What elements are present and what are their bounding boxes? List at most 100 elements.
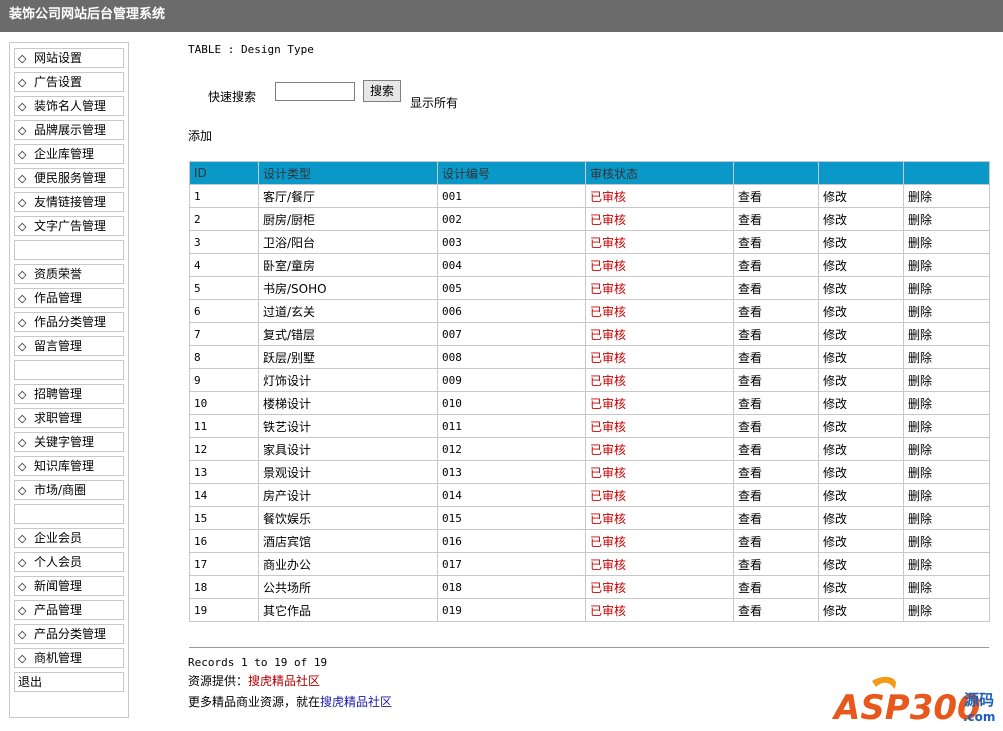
edit-link[interactable]: 修改 (818, 483, 904, 507)
edit-link[interactable]: 修改 (818, 460, 904, 484)
delete-link[interactable]: 删除 (903, 207, 990, 231)
edit-link[interactable]: 修改 (818, 230, 904, 254)
show-all-link[interactable]: 显示所有 (410, 94, 458, 111)
sidebar-item[interactable]: ◇ 知识库管理 (14, 456, 124, 476)
view-link[interactable]: 查看 (733, 391, 819, 415)
edit-link[interactable]: 修改 (818, 253, 904, 277)
delete-link[interactable]: 删除 (903, 506, 990, 530)
cell-design-code: 009 (437, 368, 586, 392)
view-link[interactable]: 查看 (733, 299, 819, 323)
more-link[interactable]: 搜虎精品社区 (320, 695, 392, 709)
delete-link[interactable]: 删除 (903, 345, 990, 369)
sidebar-item[interactable]: ◇ 新闻管理 (14, 576, 124, 596)
view-link[interactable]: 查看 (733, 506, 819, 530)
view-link[interactable]: 查看 (733, 230, 819, 254)
sidebar-item[interactable]: ◇ 便民服务管理 (14, 168, 124, 188)
sidebar-item[interactable]: ◇ 求职管理 (14, 408, 124, 428)
sidebar-item[interactable]: ◇ 作品分类管理 (14, 312, 124, 332)
diamond-icon: ◇ (18, 268, 27, 281)
view-link[interactable]: 查看 (733, 460, 819, 484)
resource-link[interactable]: 搜虎精品社区 (248, 674, 320, 688)
sidebar-item[interactable]: ◇ 关键字管理 (14, 432, 124, 452)
sidebar-item[interactable]: ◇ 产品管理 (14, 600, 124, 620)
edit-link[interactable]: 修改 (818, 391, 904, 415)
view-link[interactable]: 查看 (733, 207, 819, 231)
view-link[interactable]: 查看 (733, 368, 819, 392)
diamond-icon: ◇ (18, 652, 27, 665)
cell-design-code: 013 (437, 460, 586, 484)
view-link[interactable]: 查看 (733, 552, 819, 576)
edit-link[interactable]: 修改 (818, 368, 904, 392)
cell-status: 已审核 (585, 598, 734, 622)
view-link[interactable]: 查看 (733, 575, 819, 599)
edit-link[interactable]: 修改 (818, 322, 904, 346)
view-link[interactable]: 查看 (733, 253, 819, 277)
edit-link[interactable]: 修改 (818, 345, 904, 369)
delete-link[interactable]: 删除 (903, 575, 990, 599)
sidebar-item[interactable]: ◇ 广告设置 (14, 72, 124, 92)
edit-link[interactable]: 修改 (818, 506, 904, 530)
sidebar-item[interactable]: ◇ 网站设置 (14, 48, 124, 68)
delete-link[interactable]: 删除 (903, 391, 990, 415)
view-link[interactable]: 查看 (733, 345, 819, 369)
logout-button[interactable]: 退出 (14, 672, 124, 692)
edit-link[interactable]: 修改 (818, 529, 904, 553)
cell-design-code: 008 (437, 345, 586, 369)
search-input[interactable] (275, 82, 355, 101)
delete-link[interactable]: 删除 (903, 483, 990, 507)
view-link[interactable]: 查看 (733, 414, 819, 438)
sidebar-item[interactable]: ◇ 产品分类管理 (14, 624, 124, 644)
sidebar-item[interactable]: ◇ 留言管理 (14, 336, 124, 356)
diamond-icon: ◇ (18, 76, 27, 89)
table-row: 7 复式/错层 007 已审核 查看 修改 删除 (189, 322, 990, 346)
delete-link[interactable]: 删除 (903, 368, 990, 392)
edit-link[interactable]: 修改 (818, 575, 904, 599)
delete-link[interactable]: 删除 (903, 253, 990, 277)
delete-link[interactable]: 删除 (903, 322, 990, 346)
view-link[interactable]: 查看 (733, 598, 819, 622)
diamond-icon: ◇ (18, 172, 27, 185)
add-link[interactable]: 添加 (188, 127, 212, 144)
sidebar-item[interactable]: ◇ 商机管理 (14, 648, 124, 668)
delete-link[interactable]: 删除 (903, 276, 990, 300)
sidebar-item-label: 个人会员 (34, 555, 83, 569)
edit-link[interactable]: 修改 (818, 207, 904, 231)
sidebar-item[interactable]: ◇ 资质荣誉 (14, 264, 124, 284)
sidebar-item[interactable]: ◇ 作品管理 (14, 288, 124, 308)
edit-link[interactable]: 修改 (818, 552, 904, 576)
sidebar-item[interactable]: ◇ 企业库管理 (14, 144, 124, 164)
view-link[interactable]: 查看 (733, 437, 819, 461)
sidebar-item[interactable]: ◇ 招聘管理 (14, 384, 124, 404)
search-button[interactable]: 搜索 (363, 80, 401, 102)
delete-link[interactable]: 删除 (903, 529, 990, 553)
edit-link[interactable]: 修改 (818, 414, 904, 438)
delete-link[interactable]: 删除 (903, 414, 990, 438)
edit-link[interactable]: 修改 (818, 299, 904, 323)
view-link[interactable]: 查看 (733, 529, 819, 553)
delete-link[interactable]: 删除 (903, 184, 990, 208)
view-link[interactable]: 查看 (733, 184, 819, 208)
delete-link[interactable]: 删除 (903, 552, 990, 576)
sidebar-item[interactable]: ◇ 品牌展示管理 (14, 120, 124, 140)
view-link[interactable]: 查看 (733, 483, 819, 507)
sidebar-item[interactable]: ◇ 市场/商圈 (14, 480, 124, 500)
view-link[interactable]: 查看 (733, 276, 819, 300)
edit-link[interactable]: 修改 (818, 184, 904, 208)
delete-link[interactable]: 删除 (903, 437, 990, 461)
table-row: 2 厨房/厨柜 002 已审核 查看 修改 删除 (189, 207, 990, 231)
sidebar-item-label: 企业会员 (34, 531, 83, 545)
delete-link[interactable]: 删除 (903, 230, 990, 254)
delete-link[interactable]: 删除 (903, 299, 990, 323)
diamond-icon: ◇ (18, 388, 27, 401)
delete-link[interactable]: 删除 (903, 460, 990, 484)
edit-link[interactable]: 修改 (818, 276, 904, 300)
sidebar-item[interactable]: ◇ 企业会员 (14, 528, 124, 548)
sidebar-item[interactable]: ◇ 装饰名人管理 (14, 96, 124, 116)
sidebar-item[interactable]: ◇ 友情链接管理 (14, 192, 124, 212)
sidebar-item[interactable]: ◇ 个人会员 (14, 552, 124, 572)
sidebar-item[interactable]: ◇ 文字广告管理 (14, 216, 124, 236)
edit-link[interactable]: 修改 (818, 598, 904, 622)
view-link[interactable]: 查看 (733, 322, 819, 346)
delete-link[interactable]: 删除 (903, 598, 990, 622)
edit-link[interactable]: 修改 (818, 437, 904, 461)
